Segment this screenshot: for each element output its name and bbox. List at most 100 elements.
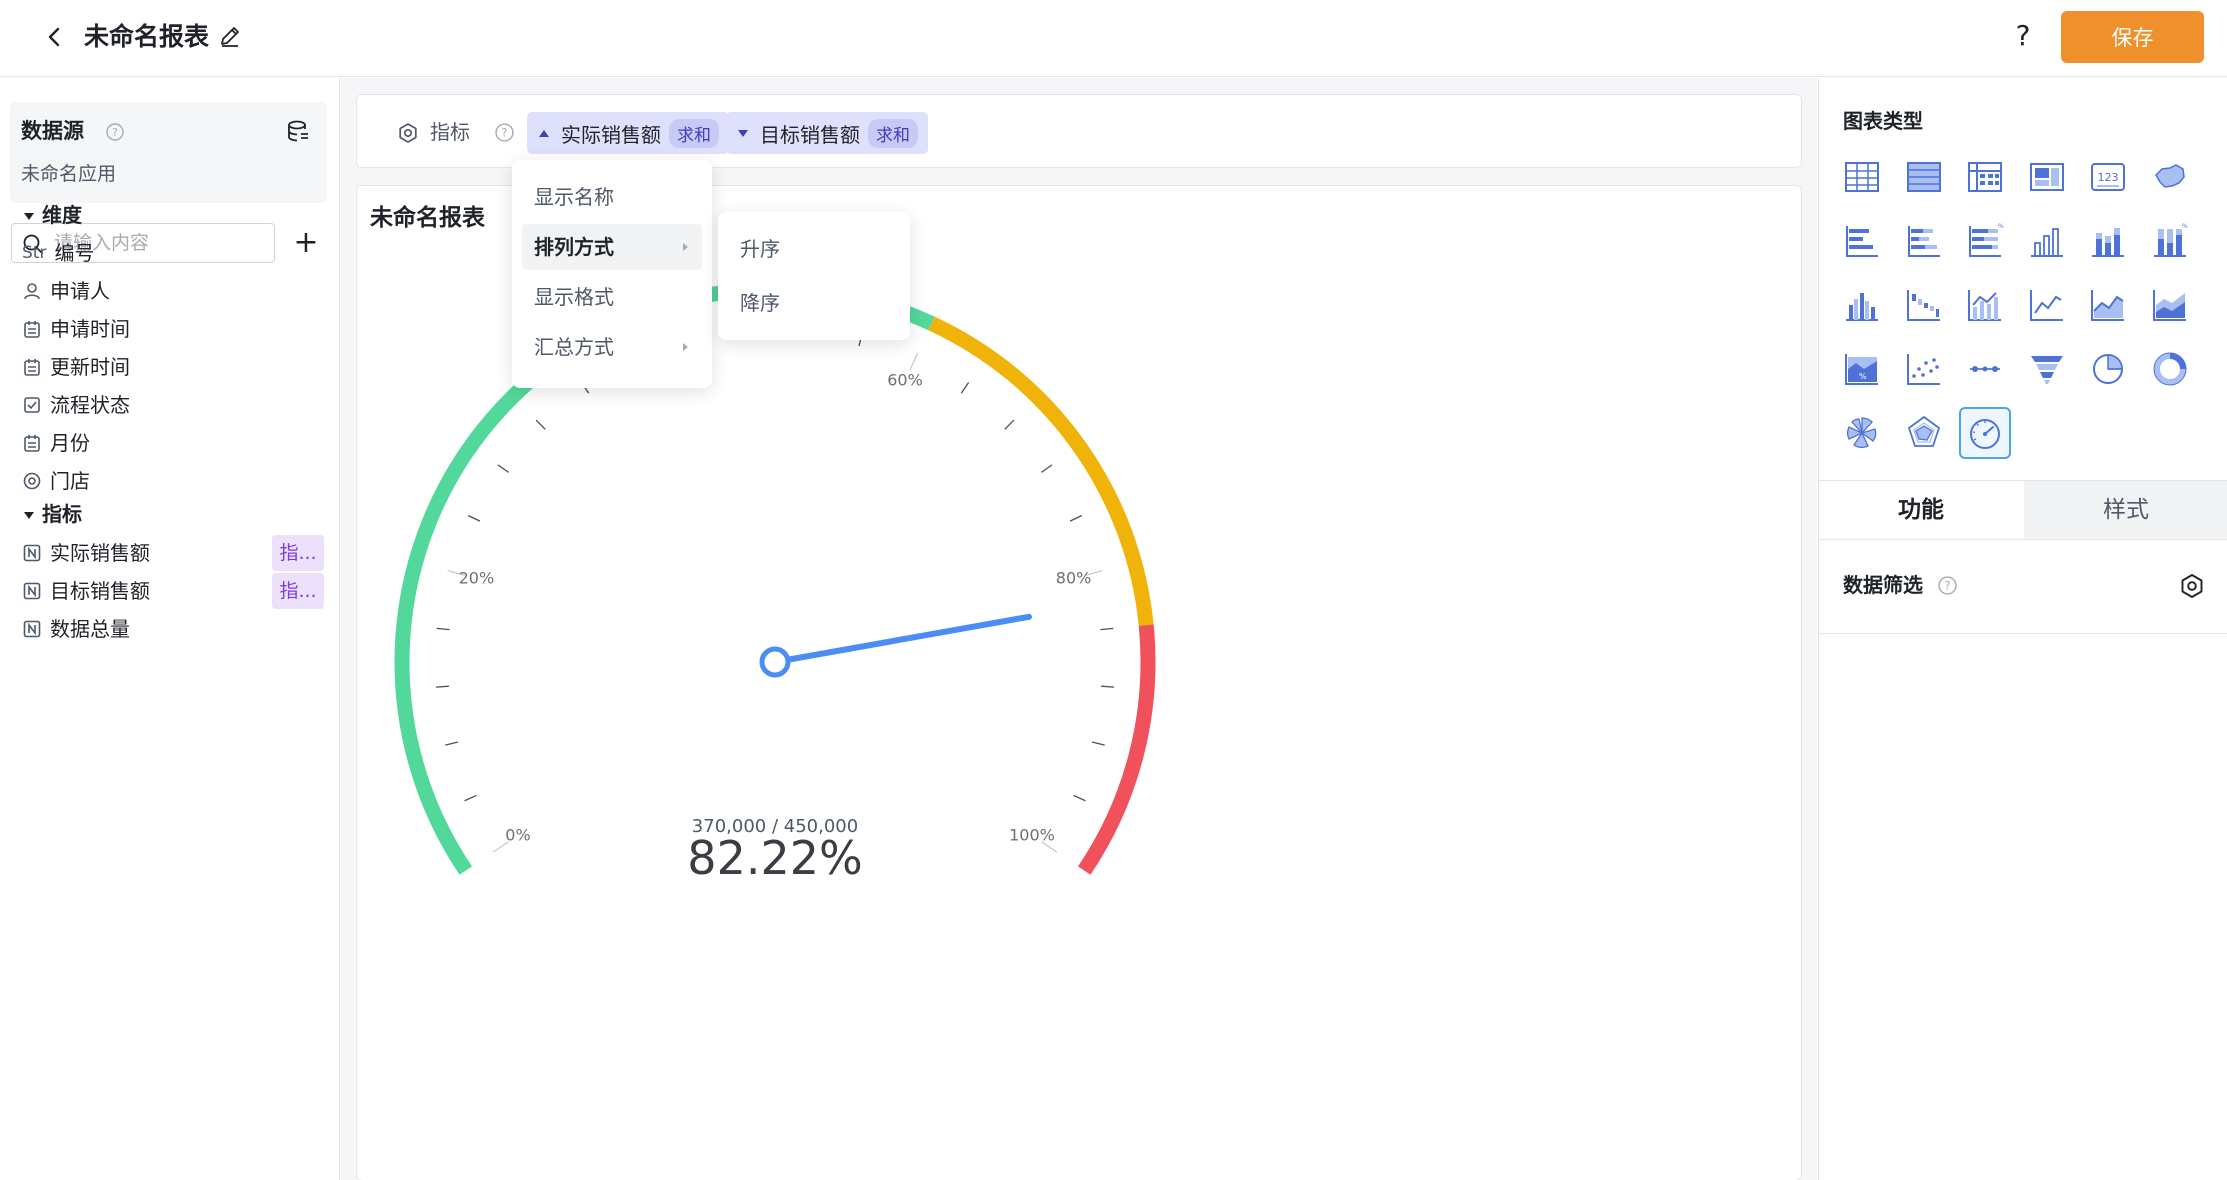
menu-item-display-format[interactable]: 显示格式 [522,274,702,320]
chart-type-table[interactable] [1836,151,1888,203]
chart-type-column-stacked[interactable] [2082,215,2134,267]
field-item-dimension[interactable]: 月份 [22,427,90,459]
number-icon [23,620,41,638]
settings-icon[interactable] [397,122,419,144]
number-icon [23,544,41,562]
field-item-dimension[interactable]: 门店 [22,465,90,497]
metric-group-label: 指标 [42,502,82,526]
chart-type-waterfall[interactable] [1898,279,1950,331]
menu-item-ascending[interactable]: 升序 [728,226,900,272]
chart-type-column-grouped[interactable] [1836,279,1888,331]
menu-item-label: 升序 [740,237,780,261]
chart-type-card[interactable] [2021,151,2073,203]
field-item-metric[interactable]: 目标销售额 [22,575,150,607]
metric-tag: 指... [272,573,324,609]
metric-tag: 指... [272,535,324,571]
field-item-dimension[interactable]: 申请人 [22,275,110,307]
menu-item-label: 汇总方式 [534,335,614,359]
metric-chip-actual-sales[interactable]: 实际销售额 求和 [527,112,729,154]
field-item-dimension[interactable]: 更新时间 [22,351,130,383]
caret-down-icon [24,213,34,220]
area-percent-icon: % [1845,354,1878,385]
gauge-band-1 [928,316,1154,626]
caret-right-icon [683,343,688,351]
menu-item-display-name[interactable]: 显示名称 [522,174,702,220]
settings-icon[interactable] [2179,573,2205,599]
chart-type-radar[interactable] [1898,407,1950,459]
menu-item-sort-order[interactable]: 排列方式 [522,224,702,270]
chart-type-gauge[interactable] [1959,407,2011,459]
chart-type-line-column[interactable] [1959,279,2011,331]
caret-down-icon [738,129,748,137]
field-item-metric[interactable]: 实际销售额 [22,537,150,569]
chart-type-area[interactable] [2082,279,2134,331]
field-item-dimension[interactable]: Str 编号 [22,237,94,269]
menu-item-descending[interactable]: 降序 [728,280,900,326]
column-icon [2030,228,2063,257]
waterfall-icon [1906,290,1940,321]
checkbox-icon [24,397,40,413]
dimension-group-header[interactable]: 维度 [24,200,82,230]
menu-item-label: 排列方式 [534,235,614,259]
field-label: 申请时间 [50,317,130,341]
menu-item-aggregation[interactable]: 汇总方式 [522,324,702,370]
help-button[interactable]: ? [2008,18,2038,54]
add-field-button[interactable]: + [290,223,322,263]
chart-type-pivot-table[interactable] [1959,151,2011,203]
chart-type-bar-horizontal[interactable] [1836,215,1888,267]
caret-up-icon [539,129,549,137]
field-item-metric[interactable]: 数据总量 [22,613,130,645]
metric-group-header[interactable]: 指标 [24,499,82,529]
chart-type-map[interactable] [2144,151,2196,203]
chart-type-funnel[interactable] [2021,343,2073,395]
save-button[interactable]: 保存 [2061,11,2204,63]
chart-type-pie[interactable] [2082,343,2134,395]
chart-type-area-stacked[interactable] [2144,279,2196,331]
chart-type-area-percent[interactable]: % [1836,343,1888,395]
chip-aggregation: 求和 [868,118,918,148]
help-circle-icon[interactable]: ? [495,123,514,142]
svg-text:%: % [1859,372,1867,381]
chart-type-scatter[interactable] [1898,343,1950,395]
chart-type-rose[interactable] [1836,407,1888,459]
database-switch-icon[interactable] [285,118,311,144]
tab-function[interactable]: 功能 [1819,481,2023,539]
gauge-tick [535,419,546,430]
gauge-tick [435,685,449,688]
field-label: 流程状态 [50,393,130,417]
datasource-name: 未命名应用 [21,163,117,185]
metric-bar: 指标 ? 实际销售额 求和 目标销售额 求和 [356,94,1802,168]
chart-type-donut[interactable] [2144,343,2196,395]
calendar-icon [24,321,40,338]
chart-type-line[interactable] [2021,279,2073,331]
chart-type-detail-table[interactable] [1898,151,1950,203]
kpi-number-icon: 123 [2091,163,2125,191]
pencil-icon [221,27,239,47]
chart-type-bar-horizontal-stacked[interactable] [1898,215,1950,267]
chart-type-bubble-line[interactable] [1959,343,2011,395]
back-button[interactable] [40,22,70,52]
edit-title-button[interactable] [218,24,246,52]
chart-type-kpi-number[interactable]: 123 [2082,151,2134,203]
chart-type-bar-horizontal-percent[interactable]: % [1959,215,2011,267]
help-circle-icon[interactable]: ? [106,123,124,141]
gauge-tick [1073,794,1086,802]
field-item-dimension[interactable]: 流程状态 [22,389,130,421]
chart-type-column[interactable] [2021,215,2073,267]
area-stacked-icon [2152,290,2186,321]
gauge-tick [1004,419,1015,430]
bar-horizontal-stacked-icon [1907,226,1940,257]
metric-chip-target-sales[interactable]: 目标销售额 求和 [726,112,928,154]
gauge-icon [1970,419,2000,449]
svg-text:%: % [1998,223,2004,230]
svg-text:?: ? [501,126,507,140]
help-circle-icon[interactable]: ? [1938,576,1957,595]
header-bar: 未命名报表 ? 保存 [0,0,2227,77]
field-item-dimension[interactable]: 申请时间 [22,313,130,345]
gauge-tick [1069,514,1083,522]
tab-style[interactable]: 样式 [2024,481,2227,539]
chart-type-column-percent[interactable]: % [2144,215,2196,267]
bar-horizontal-icon [1846,226,1878,257]
rose-icon [1847,417,1877,449]
gauge-tick-label: 80% [1056,569,1092,588]
